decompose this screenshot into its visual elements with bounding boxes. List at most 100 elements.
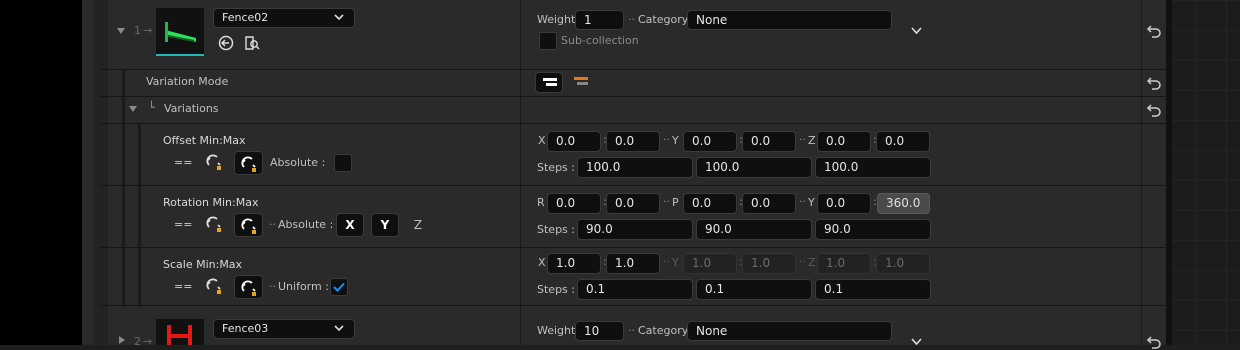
offset-steps-z[interactable]: 100.0 xyxy=(815,157,931,178)
axis-y: Y xyxy=(672,134,679,147)
row-separator xyxy=(100,247,1166,248)
index-arrow: → xyxy=(143,335,153,348)
magnet-toggle-button[interactable] xyxy=(234,275,263,299)
collapse-arrow-icon[interactable] xyxy=(118,335,126,345)
reset-arrow-icon[interactable] xyxy=(1146,75,1162,91)
scroll-divider xyxy=(1166,0,1172,345)
random-mode-icon xyxy=(574,77,588,85)
scale-steps-y[interactable]: 0.1 xyxy=(696,279,812,300)
axis-x: X xyxy=(538,256,546,269)
asset-name: Fence02 xyxy=(222,11,269,24)
indent-bar xyxy=(122,69,125,305)
asset-name: Fence03 xyxy=(222,322,269,335)
scale-y-min[interactable]: 1.0 xyxy=(683,253,737,274)
weight-input[interactable]: 1 xyxy=(575,10,624,30)
use-selected-icon[interactable] xyxy=(218,35,234,51)
offset-x-max[interactable]: 0.0 xyxy=(606,131,660,152)
absolute-z-toggle[interactable]: Z xyxy=(404,213,432,237)
magnet-icon[interactable] xyxy=(205,153,223,171)
category-label: Category xyxy=(638,324,689,337)
entry-index: 2 xyxy=(134,335,141,348)
absolute-label: Absolute : xyxy=(270,156,326,169)
indent-bar xyxy=(94,0,108,345)
chevron-down-icon xyxy=(334,325,344,332)
offset-z-max[interactable]: 0.0 xyxy=(876,131,930,152)
chevron-down-icon[interactable] xyxy=(911,27,922,35)
magnet-icon[interactable] xyxy=(205,215,223,233)
axis-y: Y xyxy=(808,196,815,209)
link-symbol[interactable]: == xyxy=(174,280,192,294)
chevron-down-icon[interactable] xyxy=(911,338,922,345)
variation-mode-label: Variation Mode xyxy=(146,75,229,88)
browse-asset-icon[interactable] xyxy=(244,35,260,51)
scale-x-min[interactable]: 1.0 xyxy=(547,253,601,274)
rotation-y-min[interactable]: 0.0 xyxy=(817,193,871,214)
tree-connector: └ xyxy=(148,101,155,114)
separator-dots: ·· xyxy=(628,13,635,26)
fence-green-icon xyxy=(165,22,196,42)
offset-y-max[interactable]: 0.0 xyxy=(742,131,796,152)
rotation-steps-r[interactable]: 90.0 xyxy=(577,219,693,240)
scale-z-max[interactable]: 1.0 xyxy=(876,253,930,274)
absolute-y-toggle[interactable]: Y xyxy=(371,213,399,237)
column-divider xyxy=(520,0,521,345)
magnet-icon xyxy=(241,280,256,296)
offset-x-min[interactable]: 0.0 xyxy=(547,131,601,152)
uniform-checkbox[interactable] xyxy=(330,278,348,296)
steps-label: Steps : xyxy=(537,283,575,296)
link-symbol[interactable]: == xyxy=(174,156,192,170)
axis-z: Z xyxy=(808,256,816,269)
rotation-p-min[interactable]: 0.0 xyxy=(683,193,737,214)
offset-steps-y[interactable]: 100.0 xyxy=(696,157,812,178)
chevron-down-icon xyxy=(334,14,344,21)
absolute-x-toggle[interactable]: X xyxy=(336,213,364,237)
rotation-r-max[interactable]: 0.0 xyxy=(606,193,660,214)
scale-steps-x[interactable]: 0.1 xyxy=(577,279,693,300)
rotation-steps-p[interactable]: 90.0 xyxy=(696,219,812,240)
rotation-steps-y[interactable]: 90.0 xyxy=(815,219,931,240)
steps-label: Steps : xyxy=(537,161,575,174)
asset-dropdown[interactable]: Fence02 xyxy=(213,8,355,28)
mode-random-button[interactable] xyxy=(569,72,593,93)
axis-r: R xyxy=(537,196,545,209)
rotation-r-min[interactable]: 0.0 xyxy=(547,193,601,214)
asset-dropdown[interactable]: Fence03 xyxy=(213,319,355,339)
scale-steps-z[interactable]: 0.1 xyxy=(815,279,931,300)
scale-z-min[interactable]: 1.0 xyxy=(817,253,871,274)
magnet-toggle-button[interactable] xyxy=(234,151,263,175)
axis-z: Z xyxy=(808,134,816,147)
category-input[interactable]: None xyxy=(687,10,892,30)
offset-z-min[interactable]: 0.0 xyxy=(817,131,871,152)
rotation-p-max[interactable]: 0.0 xyxy=(742,193,796,214)
axis-y: Y xyxy=(672,256,679,269)
absolute-checkbox[interactable] xyxy=(334,154,352,172)
checkmark-icon xyxy=(333,282,345,292)
list-mode-icon xyxy=(543,78,557,86)
scale-y-max[interactable]: 1.0 xyxy=(742,253,796,274)
link-symbol[interactable]: == xyxy=(174,218,192,232)
steps-label: Steps : xyxy=(537,223,575,236)
magnet-icon[interactable] xyxy=(205,277,223,295)
separator-dots: ·· xyxy=(628,324,635,337)
scale-x-max[interactable]: 1.0 xyxy=(606,253,660,274)
expand-arrow-icon[interactable] xyxy=(128,105,138,114)
index-arrow: → xyxy=(143,24,153,37)
mode-list-button[interactable] xyxy=(535,72,563,93)
offset-y-min[interactable]: 0.0 xyxy=(683,131,737,152)
weight-input[interactable]: 10 xyxy=(575,321,624,341)
magnet-toggle-button[interactable] xyxy=(234,213,263,237)
reset-arrow-icon[interactable] xyxy=(1146,23,1162,39)
row-separator xyxy=(100,185,1166,186)
variations-label: Variations xyxy=(164,102,219,115)
separator-dots: ·· xyxy=(663,133,670,146)
rotation-y-max[interactable]: 360.0 xyxy=(877,193,930,214)
asset-thumbnail[interactable] xyxy=(156,8,204,56)
expand-arrow-icon[interactable] xyxy=(116,26,126,36)
reset-arrow-icon[interactable] xyxy=(1146,102,1162,118)
offset-steps-x[interactable]: 100.0 xyxy=(577,157,693,178)
subcollection-checkbox[interactable] xyxy=(539,32,557,50)
category-input[interactable]: None xyxy=(687,321,892,341)
axis-p: P xyxy=(672,196,679,209)
reset-arrow-icon[interactable] xyxy=(1146,334,1162,350)
asset-thumbnail[interactable] xyxy=(156,319,204,345)
